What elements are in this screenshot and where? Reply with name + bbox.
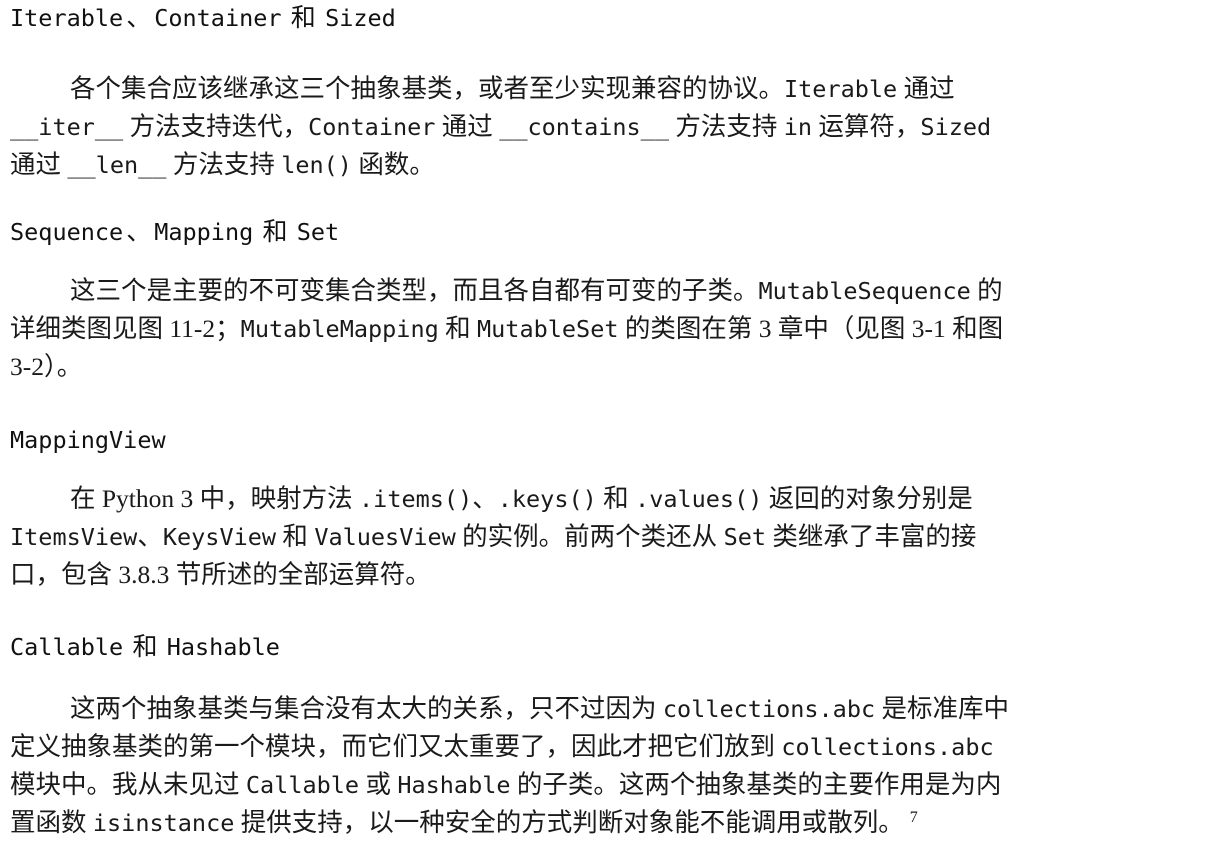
paragraph-line: 详细类图见图 11-2；MutableMapping 和 MutableSet … — [10, 310, 1213, 348]
text-run: 和 — [284, 5, 323, 32]
inline-code: Sequence — [10, 218, 124, 246]
inline-code: collections.abc — [662, 695, 876, 723]
inline-code: Iterable — [10, 4, 124, 32]
text-run: 方法支持 — [166, 150, 282, 179]
inline-code: Container — [308, 113, 436, 141]
inline-code: Callable — [245, 771, 360, 799]
paragraph-line: 通过 __len__ 方法支持 len() 函数。 — [10, 146, 1213, 184]
text-run: 置函数 — [10, 808, 93, 837]
text-run: 和 — [596, 484, 636, 513]
text-run: 或 — [359, 770, 398, 799]
paragraph-line: 这两个抽象基类与集合没有太大的关系，只不过因为 collections.abc … — [10, 690, 1223, 728]
inline-code: ItemsView — [10, 523, 138, 551]
paragraph-line: 各个集合应该继承这三个抽象基类，或者至少实现兼容的协议。Iterable 通过 — [10, 70, 1213, 108]
inline-code: len() — [281, 151, 352, 179]
text-run: 的类图在第 3 章中（见图 3-1 和图 — [618, 314, 1004, 343]
inline-code: ValuesView — [314, 523, 456, 551]
text-run: 这三个是主要的不可变集合类型，而且各自都有可变的子类。 — [70, 276, 759, 305]
section-heading-iterable-container-sized: Iterable、 Container 和 Sized — [10, 2, 396, 34]
paragraph-iterable-container-sized: 各个集合应该继承这三个抽象基类，或者至少实现兼容的协议。Iterable 通过 _… — [10, 70, 1213, 184]
text-run: 模块中。我从未见过 — [10, 770, 246, 799]
inline-code: Hashable — [397, 771, 511, 799]
inline-code: Container — [154, 4, 282, 32]
paragraph-line: 在 Python 3 中，映射方法 .items()、.keys() 和 .va… — [10, 480, 1213, 518]
paragraph-mappingview: 在 Python 3 中，映射方法 .items()、.keys() 和 .va… — [10, 480, 1213, 593]
text-run: 定义抽象基类的第一个模块，而它们又太重要了，因此才把它们放到 — [10, 732, 782, 761]
inline-code: Set — [296, 218, 340, 246]
text-run: 、 — [137, 522, 163, 551]
paragraph-line: 这三个是主要的不可变集合类型，而且各自都有可变的子类。MutableSequen… — [10, 272, 1213, 310]
inline-code: __len__ — [67, 151, 167, 179]
inline-code: Hashable — [166, 633, 280, 661]
paragraph-line: __iter__ 方法支持迭代，Container 通过 __contains_… — [10, 108, 1213, 146]
section-heading-callable-hashable: Callable 和 Hashable — [10, 631, 280, 663]
footnote-marker[interactable]: 7 — [904, 809, 918, 826]
text-run: 和 — [256, 219, 294, 246]
text-run: 函数。 — [351, 150, 435, 179]
inline-code: collections.abc — [781, 733, 994, 761]
text-run: 和 — [438, 314, 478, 343]
inline-code: __contains__ — [499, 113, 669, 141]
text-run: 和 — [126, 634, 164, 661]
text-run: 的子类。这两个抽象基类的主要作用是为内 — [510, 770, 1002, 799]
section-heading-mappingview: MappingView — [10, 424, 166, 456]
text-run: 口，包含 3.8.3 节所述的全部运算符。 — [10, 560, 431, 589]
text-run: 的实例。前两个类还从 — [455, 522, 724, 551]
section-heading-sequence-mapping-set: Sequence、 Mapping 和 Set — [10, 216, 339, 248]
paragraph-line: 置函数 isinstance 提供支持，以一种安全的方式判断对象能不能调用或散列… — [10, 804, 1223, 842]
paragraph-callable-hashable: 这两个抽象基类与集合没有太大的关系，只不过因为 collections.abc … — [10, 690, 1223, 842]
inline-code: isinstance — [92, 809, 235, 837]
inline-code: MutableMapping — [240, 315, 439, 343]
text-run: 这两个抽象基类与集合没有太大的关系，只不过因为 — [70, 694, 663, 723]
text-run: 类继承了丰富的接 — [766, 522, 977, 551]
text-run: 在 Python 3 中，映射方法 — [70, 484, 360, 513]
inline-code: .values() — [635, 485, 763, 513]
paragraph-line: 口，包含 3.8.3 节所述的全部运算符。 — [10, 556, 1213, 593]
text-run: 运算符， — [812, 112, 921, 141]
text-run: 详细类图见图 11-2； — [10, 314, 241, 343]
text-run: 3-2）。 — [10, 352, 83, 381]
paragraph-line: 3-2）。 — [10, 348, 1213, 385]
text-run: 和 — [276, 522, 315, 551]
paragraph-line: ItemsView、KeysView 和 ValuesView 的实例。前两个类… — [10, 518, 1213, 556]
paragraph-line: 模块中。我从未见过 Callable 或 Hashable 的子类。这两个抽象基… — [10, 766, 1223, 804]
text-run: 方法支持迭代， — [123, 112, 309, 141]
inline-code: KeysView — [162, 523, 277, 551]
inline-code: Sized — [325, 4, 396, 32]
inline-code: .items() — [359, 485, 473, 513]
inline-code: in — [783, 113, 813, 141]
text-run: 的 — [970, 276, 1003, 305]
inline-code: Mapping — [154, 218, 254, 246]
inline-code: .keys() — [497, 485, 597, 513]
paragraph-sequence-mapping-set: 这三个是主要的不可变集合类型，而且各自都有可变的子类。MutableSequen… — [10, 272, 1213, 385]
document-page: Iterable、 Container 和 Sized 各个集合应该继承这三个抽象… — [0, 0, 1223, 855]
text-run: 返回的对象分别是 — [762, 484, 973, 513]
text-run: 提供支持，以一种安全的方式判断对象能不能调用或散列。 — [234, 808, 904, 837]
inline-code: Set — [723, 523, 767, 551]
inline-code: Sized — [920, 113, 992, 141]
inline-code: MutableSet — [477, 315, 619, 343]
inline-code: Iterable — [784, 75, 898, 103]
inline-code: __iter__ — [10, 113, 124, 141]
inline-code: Callable — [10, 633, 124, 661]
text-run: 通过 — [10, 150, 68, 179]
inline-code: MappingView — [10, 426, 166, 454]
text-run: 通过 — [897, 74, 955, 103]
text-run: 是标准库中 — [875, 694, 1010, 723]
text-run: 各个集合应该继承这三个抽象基类，或者至少实现兼容的协议。 — [70, 74, 785, 103]
text-run: 、 — [472, 484, 498, 513]
text-run: 方法支持 — [668, 112, 784, 141]
text-run: 、 — [126, 5, 152, 32]
text-run: 通过 — [435, 112, 500, 141]
text-run: 、 — [126, 219, 152, 246]
inline-code: MutableSequence — [758, 277, 971, 305]
paragraph-line: 定义抽象基类的第一个模块，而它们又太重要了，因此才把它们放到 collectio… — [10, 728, 1223, 766]
